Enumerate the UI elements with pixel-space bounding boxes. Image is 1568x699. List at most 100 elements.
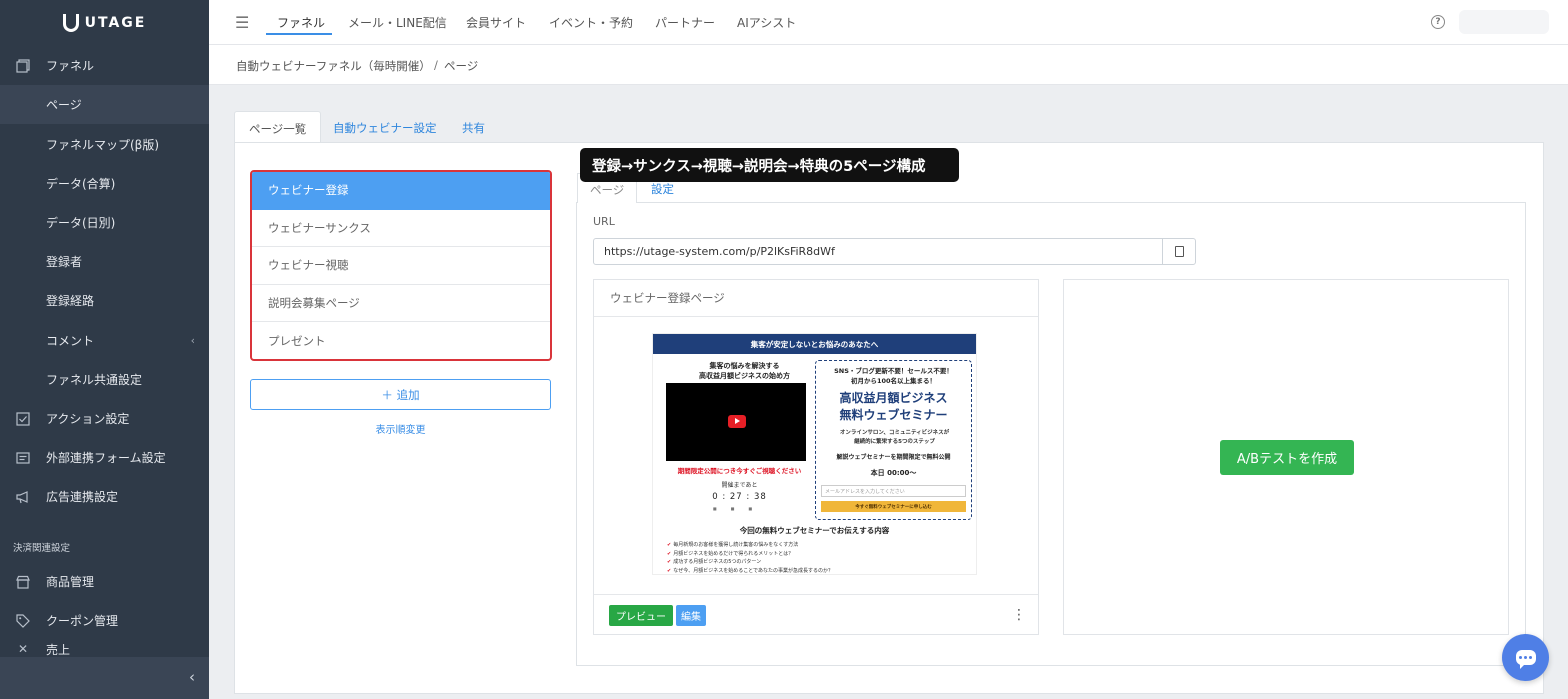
sidebar-item-registrants[interactable]: 登録者 (0, 242, 209, 281)
nav-item-events[interactable]: イベント・予約 (549, 14, 633, 31)
sidebar-item-label: データ(合算) (46, 177, 116, 191)
nav-item-ai-assist[interactable]: AIアシスト (737, 14, 796, 31)
sidebar-item-label: アクション設定 (46, 412, 130, 426)
sidebar-item-product-management[interactable]: 商品管理 (0, 562, 209, 601)
nav-item-partner[interactable]: パートナー (655, 14, 715, 31)
sidebar-collapse-bar[interactable]: ‹ (0, 657, 209, 699)
sidebar-item-sales[interactable]: ✕ 売上 (0, 640, 209, 658)
help-icon[interactable]: ? (1431, 15, 1445, 29)
check-icon: ✔ (667, 542, 672, 548)
thumb-section-title: 今回の無料ウェブセミナーでお伝えする内容 (739, 526, 890, 535)
checklist-icon (16, 411, 30, 426)
thumb-banner: 集客が安定しないとお悩みのあなたへ (653, 334, 976, 354)
sidebar: UTAGE ファネル ページ ファネルマップ(β版) データ(合算) データ(日… (0, 0, 209, 699)
breadcrumb-current: ページ (444, 59, 479, 73)
thumb-box-lead-line2: 初月から100名以上集まる！ (850, 377, 937, 385)
sidebar-item-label: クーポン管理 (46, 614, 119, 628)
funnel-icon (16, 58, 30, 73)
tab-share[interactable]: 共有 (448, 111, 499, 143)
divider (594, 594, 1038, 595)
sidebar-item-comments[interactable]: コメント ‹ (0, 321, 209, 360)
list-item: ✔ 成功する月額ビジネスの5つのパターン (667, 558, 967, 567)
store-icon (16, 575, 30, 589)
list-item-text: 毎月新規のお客様を獲得し続け集客の悩みをなくす方法 (673, 542, 799, 548)
close-icon: ✕ (17, 642, 29, 656)
check-icon: ✔ (667, 567, 672, 574)
check-icon: ✔ (667, 550, 672, 557)
utage-logo-icon (62, 13, 79, 32)
url-field[interactable]: https://utage-system.com/p/P2lKsFiR8dWf (593, 238, 1163, 265)
ab-test-card: A/Bテストを作成 (1063, 279, 1509, 635)
top-navigation: ☰ ファネル メール・LINE配信 会員サイト イベント・予約 パートナー AI… (209, 0, 1568, 45)
brand-name: UTAGE (84, 14, 147, 31)
thumb-countdown-units: ■■■ (712, 506, 767, 511)
sidebar-item-external-form-settings[interactable]: 外部連携フォーム設定 (0, 438, 209, 477)
sidebar-item-data-total[interactable]: データ(合算) (0, 164, 209, 203)
list-item-text: なぜ今、月額ビジネスを始めることであなたの事業が急成長するのか？ (673, 567, 834, 574)
form-icon (16, 451, 30, 465)
thumb-email-field: メールアドレスを入力してください (821, 485, 966, 497)
add-page-label: ＋ 追加 (381, 387, 420, 402)
sidebar-item-funnel-common-settings[interactable]: ファネル共通設定 (0, 360, 209, 399)
sidebar-item-label: ファネルマップ(β版) (46, 138, 160, 152)
page-thumbnail[interactable]: 集客が安定しないとお悩みのあなたへ 集客の悩みを解決する 高収益月額ビジネスの始… (652, 333, 977, 575)
tag-icon (16, 613, 30, 628)
thumb-limited-notice: 期間限定公開につき今すぐご視聴ください (677, 467, 802, 475)
tab-page-list[interactable]: ページ一覧 (234, 111, 322, 143)
thumb-signup-box: SNS・ブログ更新不要！セールス不要！ 初月から100名以上集まる！ 高収益月額… (815, 360, 972, 520)
list-item: ✔ なぜ今、月額ビジネスを始めることであなたの事業が急成長するのか？ (667, 567, 967, 575)
sidebar-item-action-settings[interactable]: アクション設定 (0, 399, 209, 438)
page-list-item-webinar-thanks[interactable]: ウェビナーサンクス (252, 210, 550, 247)
preview-button[interactable]: プレビュー (609, 605, 673, 626)
page-list-item-webinar-viewing[interactable]: ウェビナー視聴 (252, 247, 550, 285)
sidebar-item-coupon-management[interactable]: クーポン管理 (0, 601, 209, 640)
page-list-item-present[interactable]: プレゼント (252, 322, 550, 359)
nav-active-indicator (266, 33, 332, 35)
add-page-button[interactable]: ＋ 追加 (250, 379, 551, 410)
list-item: ✔ 月額ビジネスを始めるだけで得られるメリットとは？ (667, 550, 967, 559)
nav-item-member-site[interactable]: 会員サイト (466, 14, 526, 31)
thumb-box-heading-line1: 高収益月額ビジネス (839, 391, 948, 405)
page-list-item-webinar-registration[interactable]: ウェビナー登録 (252, 172, 550, 210)
reorder-link[interactable]: 表示順変更 (250, 421, 551, 436)
create-ab-test-button[interactable]: A/Bテストを作成 (1220, 440, 1354, 475)
sidebar-item-funnel-map[interactable]: ファネルマップ(β版) (0, 125, 209, 164)
more-options-icon[interactable]: ⋮ (1012, 608, 1026, 622)
thumb-cta-button: 今すぐ無料ウェブセミナーに申し込む (821, 501, 966, 512)
thumb-countdown: 0 : 27 : 38 (712, 492, 767, 502)
page-list-item-briefing-recruitment[interactable]: 説明会募集ページ (252, 285, 550, 322)
check-icon: ✔ (667, 559, 672, 565)
sidebar-item-label: 売上 (46, 642, 71, 657)
sidebar-item-registration-route[interactable]: 登録経路 (0, 281, 209, 320)
menu-icon[interactable]: ☰ (235, 13, 249, 32)
sidebar-item-data-daily[interactable]: データ(日別) (0, 203, 209, 242)
megaphone-icon (16, 490, 30, 504)
page-list: ウェビナー登録 ウェビナーサンクス ウェビナー視聴 説明会募集ページ プレゼント (250, 170, 552, 361)
sidebar-item-ad-integration[interactable]: 広告連携設定 (0, 477, 209, 516)
annotation-callout: 登録→サンクス→視聴→説明会→特典の5ページ構成 (580, 148, 959, 182)
sidebar-item-label: ファネル (46, 59, 95, 73)
edit-button[interactable]: 編集 (676, 605, 706, 626)
preview-card-title: ウェビナー登録ページ (610, 291, 725, 305)
thumb-video (666, 383, 806, 461)
sidebar-item-pages[interactable]: ページ (0, 85, 209, 124)
chat-support-button[interactable] (1502, 634, 1549, 681)
breadcrumb: 自動ウェビナーファネル（毎時開催） / ページ (209, 45, 1568, 85)
divider (594, 316, 1038, 317)
nav-item-mail-line[interactable]: メール・LINE配信 (348, 14, 447, 31)
list-item-text: 月額ビジネスを始めるだけで得られるメリットとは？ (673, 550, 794, 557)
thumb-left-title-line2: 高収益月額ビジネスの始め方 (699, 372, 790, 380)
tab-auto-webinar-settings[interactable]: 自動ウェビナー設定 (319, 111, 451, 143)
copy-url-button[interactable] (1162, 238, 1196, 265)
thumb-until-label: 開催まであと (721, 482, 758, 489)
thumb-box-heading-line2: 無料ウェブセミナー (839, 408, 948, 422)
list-item: ✔ 毎月新規のお客様を獲得し続け集客の悩みをなくす方法 (667, 541, 967, 550)
thumb-bullet-list: ✔ 毎月新規のお客様を獲得し続け集客の悩みをなくす方法 ✔ 月額ビジネスを始めるだけ… (667, 541, 967, 575)
sidebar-item-label: 登録経路 (46, 294, 95, 308)
nav-item-funnel[interactable]: ファネル (277, 14, 325, 31)
user-menu[interactable] (1459, 10, 1549, 34)
breadcrumb-funnel[interactable]: 自動ウェビナーファネル（毎時開催） (236, 58, 431, 74)
sidebar-item-funnel[interactable]: ファネル (0, 46, 209, 85)
brand-logo[interactable]: UTAGE (0, 0, 209, 45)
sidebar-item-label: データ(日別) (46, 216, 116, 230)
